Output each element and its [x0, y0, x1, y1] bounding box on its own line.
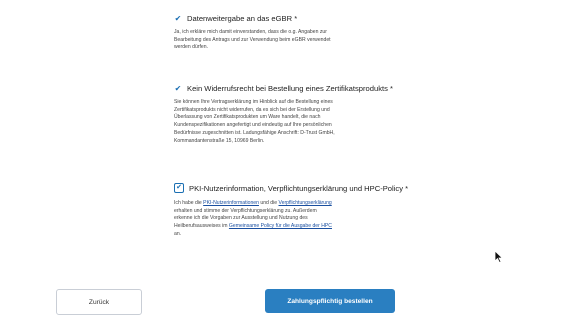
order-button[interactable]: Zahlungspflichtig bestellen [265, 289, 395, 313]
order-form-card: ✔ Datenweitergabe an das eGBR * Ja, ich … [0, 0, 582, 325]
consent-line: erkenne ich die Vorgaben zur Ausstellung… [174, 215, 308, 222]
consent-line: Ja, ich erkläre mich damit einverstanden… [174, 29, 327, 35]
text-fragment: Heilberufsausweises im [174, 223, 229, 230]
consent-line: Bedürfnisse zugeschnitten ist. Ladungsfä… [174, 129, 335, 136]
consent-text: Ich habe die PKI-Nutzerinformationen und… [174, 200, 434, 239]
consent-no-withdrawal: ✔ Kein Widerrufsrecht bei Bestellung ein… [174, 84, 434, 145]
consent-line: Kommandantenstraße 15, 10969 Berlin. [174, 137, 265, 144]
consent-line: Ich habe die PKI-Nutzerinformationen und… [174, 200, 434, 208]
consent-pki-policy: ✔ PKI-Nutzerinformation, Verpflichtungse… [174, 183, 434, 239]
hpc-policy-link[interactable]: Gemeinsame Policy für die Ausgabe der HP… [229, 223, 332, 229]
consent-line: Bearbeitung des Antrags und zur Verwendu… [174, 36, 331, 43]
consent-text: Ja, ich erkläre mich damit einverstanden… [174, 29, 434, 52]
checkmark-icon[interactable]: ✔ [174, 14, 182, 23]
consent-line: Überlassung von Zertifikatsprodukten um … [174, 114, 321, 121]
back-button[interactable]: Zurück [56, 289, 142, 315]
pki-info-link[interactable]: PKI-Nutzerinformationen [203, 200, 259, 206]
consent-text: Sie können Ihre Vertragserklärung im Hin… [174, 99, 434, 145]
consent-line: werden dürfen. [174, 44, 208, 51]
consent-title: Kein Widerrufsrecht bei Bestellung eines… [187, 84, 393, 93]
text-fragment: und die [258, 200, 279, 206]
declaration-link[interactable]: Verpflichtungserklärung [279, 200, 332, 206]
consent-line: Kundenspezifikationen angefertigt und ei… [174, 122, 332, 129]
consent-title: PKI-Nutzerinformation, Verpflichtungserk… [189, 183, 409, 193]
checkbox-checked-icon[interactable]: ✔ [174, 183, 184, 193]
consent-line: erhalten und stimme der Verpflichtungser… [174, 207, 317, 214]
consent-line: an. [174, 230, 182, 237]
consent-title: Datenweitergabe an das eGBR * [187, 14, 298, 23]
mouse-cursor-icon [494, 250, 503, 263]
consent-line: Sie können Ihre Vertragserklärung im Hin… [174, 99, 333, 105]
consent-data-transfer: ✔ Datenweitergabe an das eGBR * Ja, ich … [174, 14, 434, 52]
text-fragment: Ich habe die [174, 200, 204, 206]
checkmark-icon[interactable]: ✔ [174, 84, 182, 93]
consent-line: Heilberufsausweises im Gemeinsame Policy… [174, 223, 434, 231]
